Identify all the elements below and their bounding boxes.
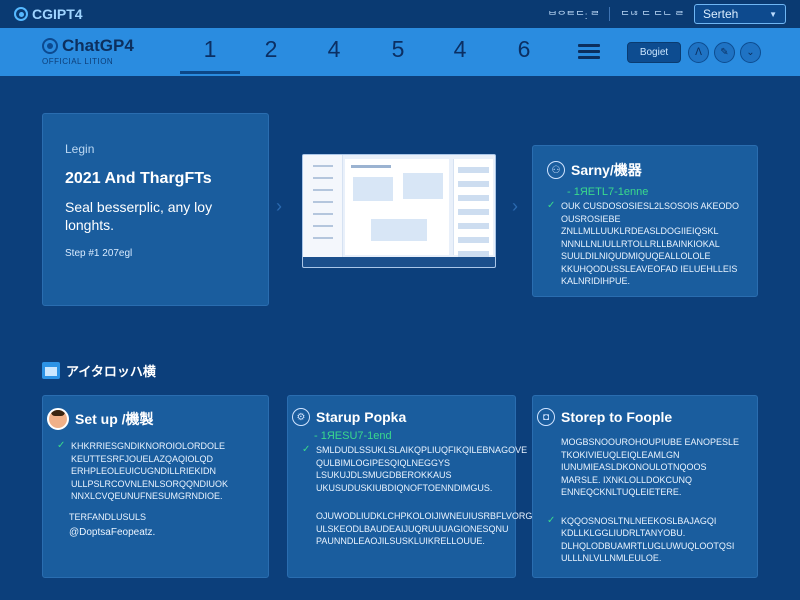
hero-step: Step #1 207egl [65, 248, 133, 259]
startup-card-body-text: SMLDUDLSSUKLSLAIKQPLIUQFIKQILEBNAGOVE QU… [316, 445, 528, 493]
summary-subhead: - 1ЯЕТL7-1enne [567, 186, 649, 198]
check-icon: ✓ [302, 444, 311, 455]
preview-main [345, 159, 449, 255]
summary-body: ✓ OUK CUSDOSOSIESL2LSOSOIS AKEODO OUSROS… [547, 200, 743, 288]
avatar [47, 408, 69, 430]
top-brand-label: CGIPT4 [32, 6, 83, 22]
menu-icon[interactable] [578, 44, 600, 60]
brand-logo-icon [42, 38, 58, 54]
setup-card-mention[interactable]: @DoptsaFeopeatz. [69, 527, 260, 538]
chevron-down-icon[interactable]: ⌄ [740, 42, 761, 63]
top-bar: CGIPT4 ᄇᄋᄐᄃ: ᄅ ᄃᄂᄒ ᄃ ᄃᄂ ᄅ Serteh ▼ [0, 0, 800, 28]
login-button[interactable]: Bogiet [627, 42, 681, 63]
startup-card-body-2: OJUWODLIUDKLCHPKOLOIJIWNEUIUSRBFLVORGIAN… [316, 511, 548, 546]
summary-title: Sarny/機器 [571, 162, 642, 178]
setup-card-extra: TERFANDLUSULS [69, 511, 147, 522]
storep-card-body-2: ✓ KQQOSNOSLTNLNEEKOSLBAJAGQI KDLLKLGGLIU… [547, 515, 745, 565]
setup-card: Set up /機製 ✓ KHKRRIESGNDIKNOROIOLORDOLE … [42, 395, 269, 578]
startup-card-body: ✓ SMLDUDLSSUKLSLAIKQPLIUQFIKQILEBNAGOVE … [302, 444, 527, 494]
setup-card-body: ✓ KHKRRIESGNDIKNOROIOLORDOLE KEUTTESRFJO… [57, 440, 260, 503]
section-title: アイタロッハ横 [42, 361, 156, 380]
startup-card: ⚙ Starup Popka - 1ЯЕSU7-1end ✓ SMLDUDLSS… [287, 395, 548, 578]
top-right-group: ᄇᄋᄐᄃ: ᄅ ᄃᄂᄒ ᄃ ᄃᄂ ᄅ Serteh ▼ [548, 4, 786, 24]
nav-tab-5[interactable]: 4 [440, 36, 480, 63]
check-icon: ✓ [547, 514, 556, 526]
calendar-icon [42, 362, 60, 379]
main-navbar: ChatGP4 OFFICIAL LITION 1 2 4 5 4 6 Bogi… [0, 28, 800, 76]
top-link-group-1[interactable]: ᄇᄋᄐᄃ: ᄅ [548, 7, 600, 22]
edit-icon[interactable]: ✎ [714, 42, 735, 63]
app-preview-image [302, 154, 496, 268]
hero-card: Legin 2021 And ThargFTs Seal besserplic,… [42, 113, 269, 306]
nav-tab-4[interactable]: 5 [378, 36, 418, 63]
summary-body-text: OUK CUSDOSOSIESL2LSOSOIS AKEODO OUSROSIE… [561, 201, 740, 286]
storep-card-body: MOGBSNOOUROHOUPIUBE EANOPESLE TKOKIVIEUQ… [561, 437, 740, 497]
hero-title: 2021 And ThargFTs [65, 170, 212, 187]
top-link-group-2[interactable]: ᄃᄂᄒ ᄃ ᄃᄂ ᄅ [620, 7, 684, 22]
startup-card-subhead: - 1ЯЕSU7-1end [314, 430, 392, 442]
top-brand[interactable]: CGIPT4 [14, 6, 83, 22]
cup-icon: ◘ [537, 408, 555, 426]
nav-tab-2[interactable]: 2 [251, 36, 291, 63]
divider [609, 7, 611, 21]
preview-panel [453, 159, 493, 257]
search-label: Serteh [703, 7, 739, 21]
check-icon: ✓ [57, 440, 66, 451]
chevron-down-icon: ▼ [769, 9, 777, 19]
chevron-right-icon: › [276, 196, 282, 216]
search-dropdown[interactable]: Serteh ▼ [694, 4, 786, 24]
setup-card-body-text: KHKRRIESGNDIKNOROIOLORDOLE KEUTTESRFJOUE… [71, 441, 229, 501]
setup-card-title: Set up /機製 [75, 411, 154, 427]
startup-card-title: Starup Popka [316, 409, 407, 425]
storep-card-title: Storep to Foople [561, 409, 673, 425]
nav-tab-1[interactable]: 1 [180, 36, 240, 74]
nav-tab-6[interactable]: 6 [504, 36, 544, 63]
summary-card: ⚇ Sarny/機器 - 1ЯЕТL7-1enne ✓ OUK CUSDOSOS… [532, 145, 758, 297]
user-icon: ⚇ [547, 161, 565, 179]
section-title-label: アイタロッハ横 [66, 364, 156, 379]
nav-brand[interactable]: ChatGP4 OFFICIAL LITION [42, 36, 134, 66]
hero-description: Seal besserplic, any loy longhts. [65, 199, 213, 233]
check-icon: ✓ [547, 200, 556, 211]
nav-brand-edition: OFFICIAL LITION [42, 57, 114, 66]
hero-kicker[interactable]: Legin [65, 142, 246, 156]
brand-logo-icon [14, 7, 28, 21]
settings-icon: ⚙ [292, 408, 310, 426]
nav-tab-3[interactable]: 4 [314, 36, 354, 63]
storep-card: ◘ Storep to Foople MOGBSNOOUROHOUPIUBE E… [532, 395, 758, 578]
nav-brand-label: ChatGP4 [62, 36, 134, 55]
preview-sidebar [303, 155, 343, 259]
chevron-right-icon: › [512, 196, 518, 216]
storep-card-body-2-text: KQQOSNOSLTNLNEEKOSLBAJAGQI KDLLKLGGLIUDR… [561, 515, 735, 564]
preview-taskbar [303, 257, 495, 267]
help-icon[interactable]: ᐱ [688, 42, 709, 63]
